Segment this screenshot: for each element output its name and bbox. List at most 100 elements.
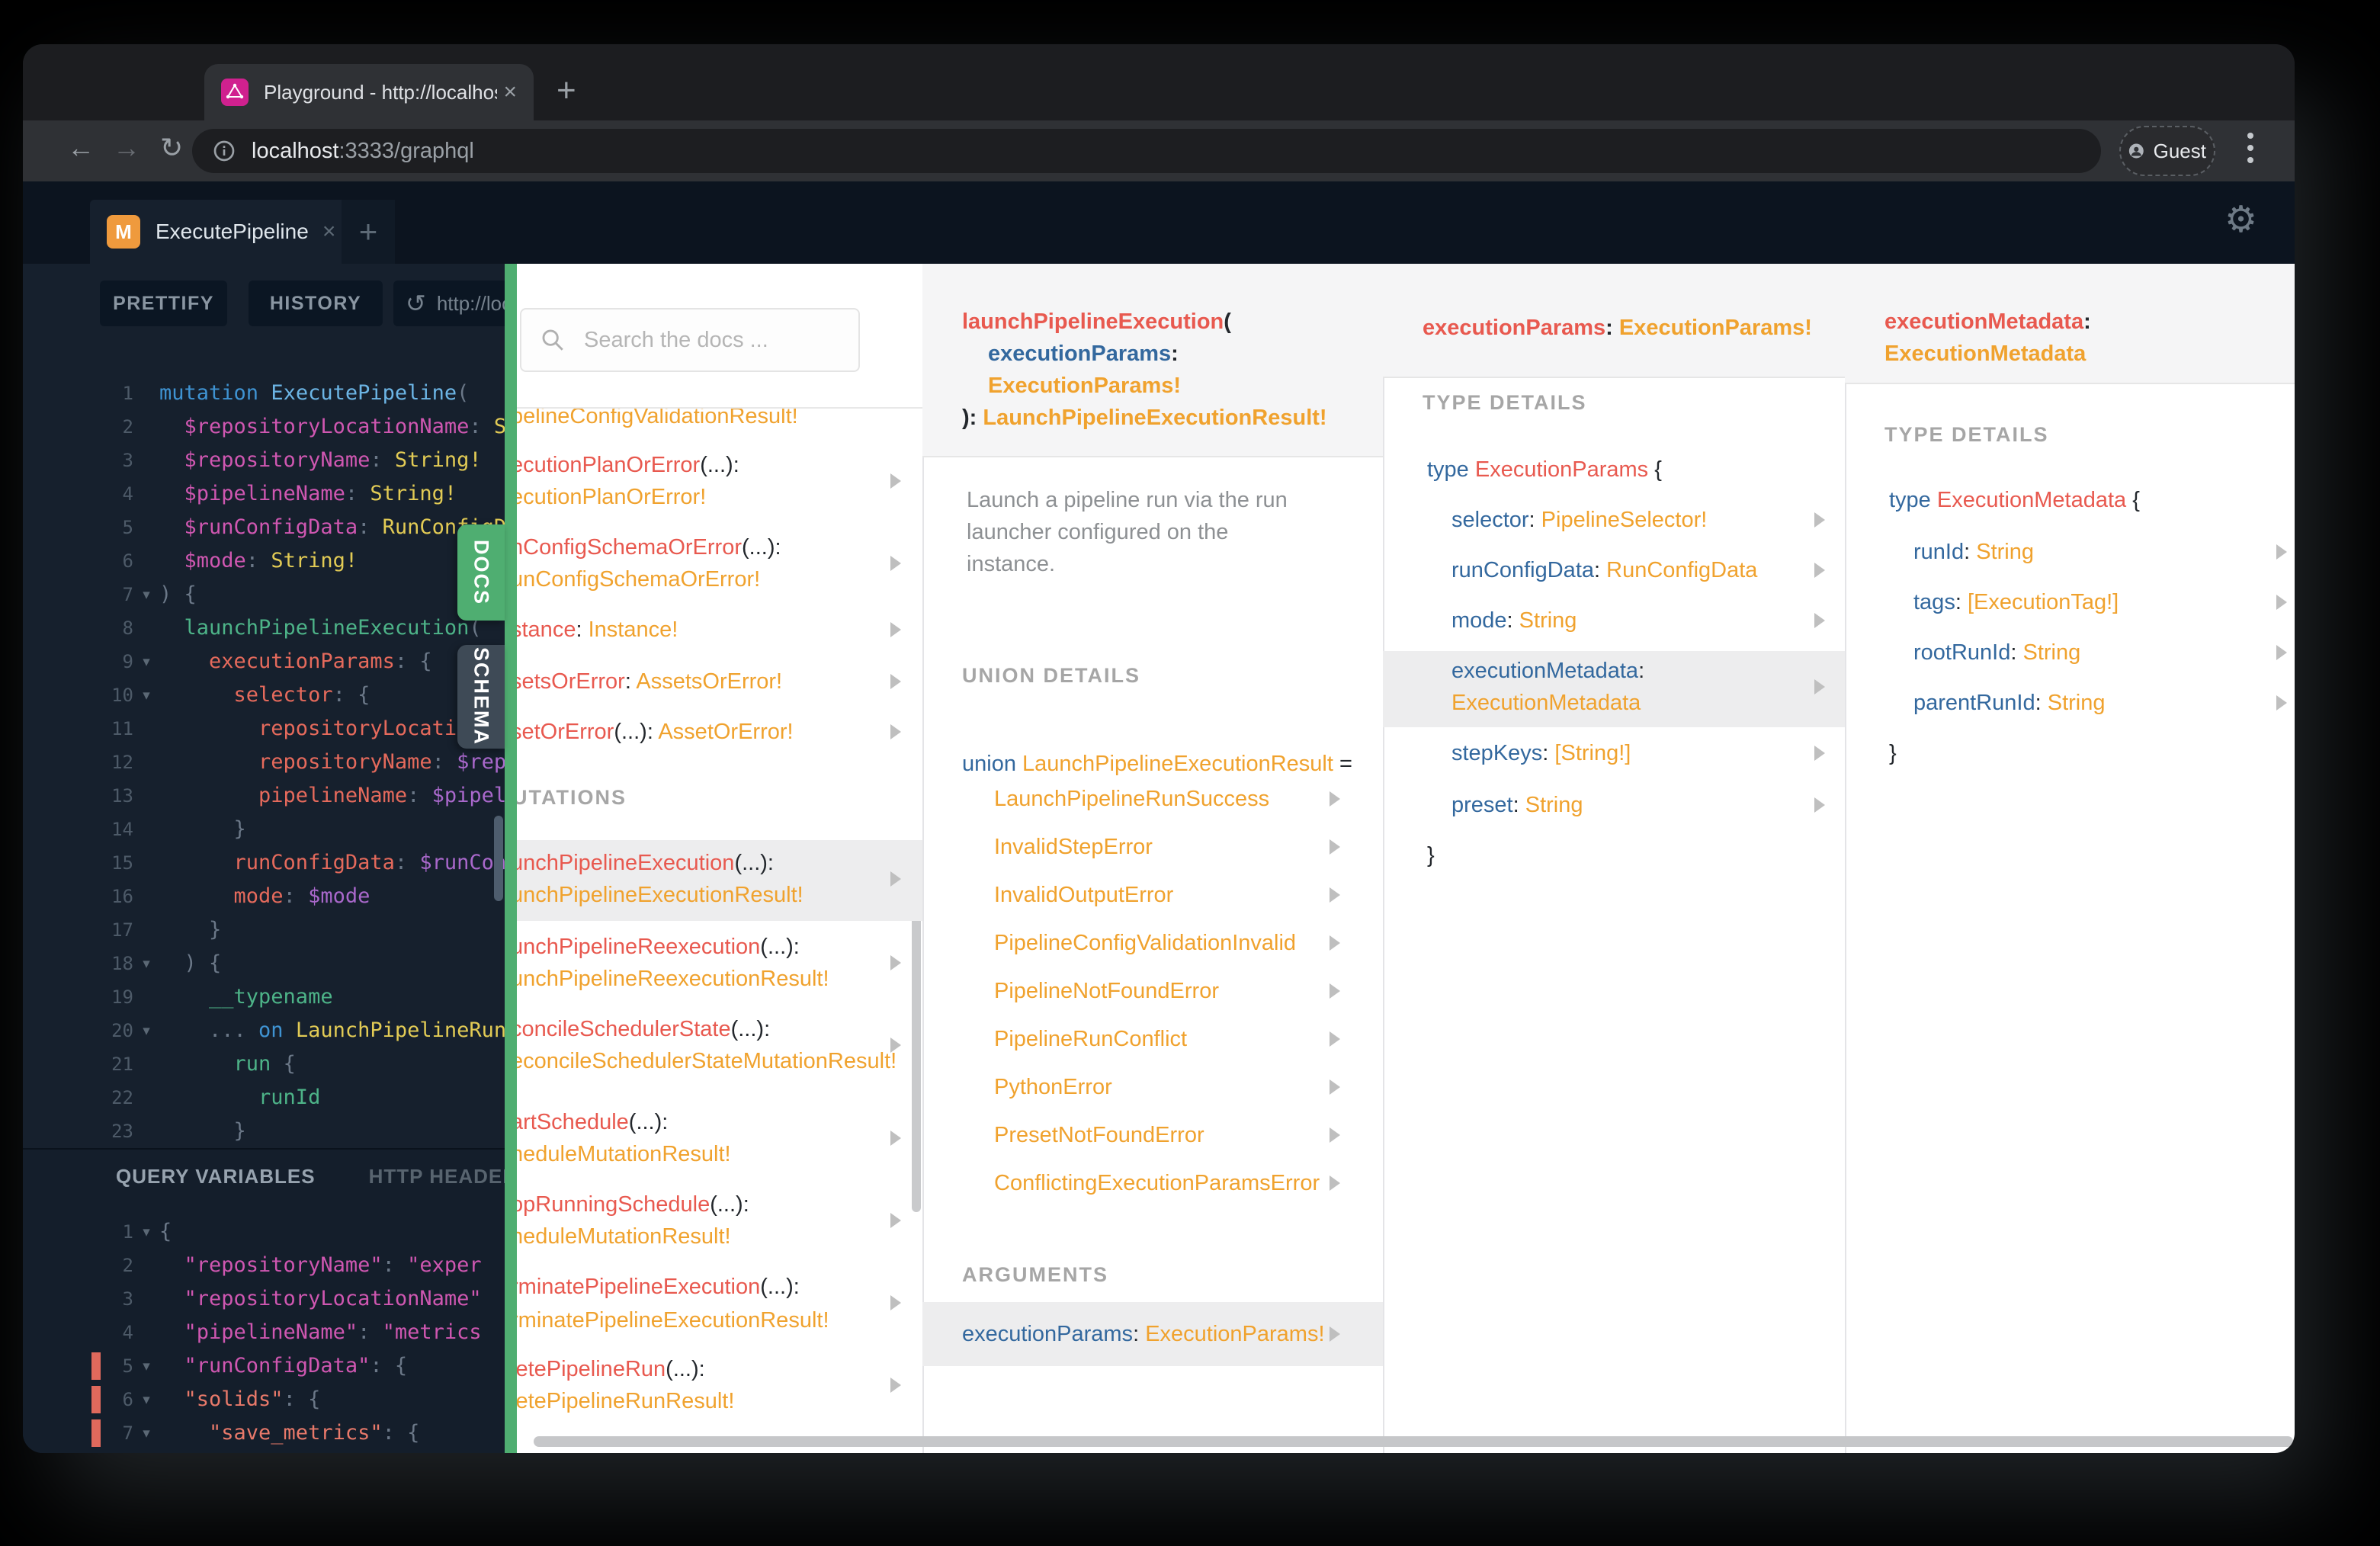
- docs-item[interactable]: runConfigData: RunConfigData: [1451, 554, 1757, 586]
- code-line[interactable]: 2 "repositoryName": "exper: [23, 1249, 505, 1282]
- code-line[interactable]: 15 runConfigData: $runConfigData: [23, 846, 505, 880]
- expand-arrow-icon[interactable]: [1330, 1031, 1340, 1047]
- variables-editor[interactable]: 1 ▾{2 "repositoryName": "exper 3 "reposito…: [23, 1203, 505, 1450]
- code-line[interactable]: 11 repositoryLocationName: $repositoryLo…: [23, 712, 505, 746]
- docs-item[interactable]: selector: PipelineSelector!: [1451, 504, 1707, 536]
- expand-arrow-icon[interactable]: [890, 724, 901, 739]
- code-line[interactable]: 20▾ ... on LaunchPipelineRunSuccess {: [23, 1014, 505, 1047]
- docs-item[interactable]: unchPipelineReexecutionResult!: [517, 963, 829, 995]
- code-line[interactable]: 3 $repositoryName: String!: [23, 444, 505, 477]
- docs-item[interactable]: econcileSchedulerStateMutationResult!: [517, 1045, 897, 1077]
- docs-item[interactable]: letePipelineRunResult!: [517, 1385, 734, 1417]
- code-line[interactable]: 12 repositoryName: $repositoryName: [23, 746, 505, 779]
- endpoint-input[interactable]: ↺ http://loc: [393, 281, 505, 326]
- docs-item[interactable]: rminatePipelineExecution(...):: [517, 1271, 800, 1303]
- history-button[interactable]: HISTORY: [249, 281, 383, 326]
- docs-item[interactable]: nConfigSchemaOrError(...):: [517, 531, 781, 563]
- fold-caret-icon[interactable]: ▾: [133, 653, 159, 671]
- expand-arrow-icon[interactable]: [890, 1213, 901, 1228]
- expand-arrow-icon[interactable]: [1814, 746, 1825, 761]
- expand-arrow-icon[interactable]: [1330, 839, 1340, 855]
- docs-item[interactable]: rminatePipelineExecutionResult!: [517, 1304, 829, 1336]
- docs-item[interactable]: ExecutionMetadata: [1451, 687, 1641, 719]
- fold-caret-icon[interactable]: ▾: [133, 1391, 159, 1409]
- expand-arrow-icon[interactable]: [1814, 679, 1825, 694]
- code-line[interactable]: 4 "pipelineName": "metrics: [23, 1316, 505, 1349]
- docs-item[interactable]: stance: Instance!: [517, 614, 678, 646]
- docs-item[interactable]: ConflictingExecutionParamsError: [994, 1167, 1320, 1199]
- expand-arrow-icon[interactable]: [2276, 645, 2287, 660]
- reload-icon[interactable]: ↻: [160, 132, 183, 164]
- docs-item[interactable]: }: [1427, 839, 1435, 871]
- docs-item[interactable]: heduleMutationResult!: [517, 1220, 731, 1253]
- docs-item[interactable]: launcher configured on the: [967, 516, 1228, 548]
- docs-item[interactable]: concileSchedulerState(...):: [517, 1013, 770, 1045]
- docs-item[interactable]: letePipelineRun(...):: [517, 1353, 705, 1385]
- code-line[interactable]: 22 runId: [23, 1081, 505, 1115]
- tab-query-variables[interactable]: QUERY VARIABLES: [116, 1165, 316, 1188]
- fold-caret-icon[interactable]: ▾: [133, 687, 159, 704]
- prettify-button[interactable]: PRETTIFY: [100, 281, 227, 326]
- new-tab-button[interactable]: +: [557, 72, 576, 110]
- code-line[interactable]: 14 }: [23, 813, 505, 846]
- expand-arrow-icon[interactable]: [1814, 797, 1825, 813]
- expand-arrow-icon[interactable]: [890, 955, 901, 970]
- expand-arrow-icon[interactable]: [890, 1295, 901, 1310]
- docs-item[interactable]: parentRunId: String: [1913, 687, 2106, 719]
- docs-item[interactable]: unchPipelineExecutionResult!: [517, 879, 803, 911]
- expand-arrow-icon[interactable]: [890, 556, 901, 571]
- expand-arrow-icon[interactable]: [2276, 595, 2287, 610]
- docs-item[interactable]: artSchedule(...):: [517, 1106, 668, 1138]
- docs-item[interactable]: setsOrError: AssetsOrError!: [517, 666, 782, 698]
- settings-gear-icon[interactable]: ⚙: [2224, 198, 2257, 241]
- docs-item[interactable]: PresetNotFoundError: [994, 1119, 1204, 1151]
- code-line[interactable]: 7 ▾ "save_metrics": {: [23, 1416, 505, 1450]
- docs-item[interactable]: preset: String: [1451, 789, 1583, 821]
- docs-item[interactable]: PipelineRunConflict: [994, 1023, 1187, 1055]
- docs-item[interactable]: rootRunId: String: [1913, 637, 2080, 669]
- fold-caret-icon[interactable]: ▾: [133, 1022, 159, 1040]
- docs-item[interactable]: mode: String: [1451, 605, 1577, 637]
- browser-menu-icon[interactable]: [2247, 133, 2253, 163]
- site-info-icon[interactable]: [212, 139, 236, 163]
- docs-item[interactable]: type ExecutionParams {: [1427, 454, 1662, 486]
- query-editor[interactable]: 1 mutation ExecutePipeline(2 $repositoryL…: [23, 335, 505, 1148]
- docs-tab[interactable]: DOCS: [457, 524, 505, 621]
- expand-arrow-icon[interactable]: [1330, 983, 1340, 999]
- expand-arrow-icon[interactable]: [890, 1131, 901, 1146]
- code-line[interactable]: 17 }: [23, 913, 505, 947]
- code-line[interactable]: 3 "repositoryLocationName": [23, 1282, 505, 1316]
- docs-item[interactable]: unchPipelineExecution(...):: [517, 847, 774, 879]
- expand-arrow-icon[interactable]: [1814, 563, 1825, 578]
- code-line[interactable]: 4 $pipelineName: String!: [23, 477, 505, 511]
- expand-arrow-icon[interactable]: [890, 871, 901, 887]
- code-line[interactable]: 2 $repositoryLocationName: String!: [23, 410, 505, 444]
- docs-item[interactable]: unchPipelineReexecution(...):: [517, 931, 800, 963]
- code-line[interactable]: 1 mutation ExecutePipeline(: [23, 377, 505, 410]
- docs-item[interactable]: runId: String: [1913, 536, 2034, 568]
- expand-arrow-icon[interactable]: [2276, 695, 2287, 710]
- docs-item[interactable]: ecutionPlanOrError!: [517, 481, 706, 513]
- code-line[interactable]: 21 run {: [23, 1047, 505, 1081]
- docs-search-input[interactable]: [582, 326, 826, 354]
- docs-item[interactable]: stepKeys: [String!]: [1451, 737, 1631, 769]
- expand-arrow-icon[interactable]: [1330, 1079, 1340, 1095]
- docs-item[interactable]: LaunchPipelineRunSuccess: [994, 783, 1269, 815]
- fold-caret-icon[interactable]: ▾: [133, 1425, 159, 1442]
- docs-item[interactable]: PipelineNotFoundError: [994, 975, 1219, 1007]
- docs-item[interactable]: executionMetadata:: [1451, 655, 1644, 687]
- docs-item[interactable]: Launch a pipeline run via the run: [967, 484, 1288, 516]
- docs-item[interactable]: tags: [ExecutionTag!]: [1913, 586, 2119, 618]
- docs-item[interactable]: setOrError(...): AssetOrError!: [517, 716, 794, 748]
- docs-item[interactable]: ecutionPlanOrError(...):: [517, 449, 739, 481]
- docs-resize-handle[interactable]: [505, 264, 517, 1453]
- docs-item[interactable]: opRunningSchedule(...):: [517, 1188, 749, 1220]
- forward-icon[interactable]: →: [113, 132, 140, 164]
- code-line[interactable]: 16 mode: $mode: [23, 880, 505, 913]
- fold-caret-icon[interactable]: ▾: [133, 586, 159, 604]
- docs-item[interactable]: executionParams: ExecutionParams!: [962, 1318, 1325, 1350]
- expand-arrow-icon[interactable]: [1330, 935, 1340, 951]
- code-line[interactable]: 5 $runConfigData: RunConfigData: [23, 511, 505, 544]
- code-line[interactable]: 9 ▾ executionParams: {: [23, 645, 505, 678]
- query-editor-pane[interactable]: PRETTIFY HISTORY ↺ http://loc 1 mutation …: [23, 264, 505, 1453]
